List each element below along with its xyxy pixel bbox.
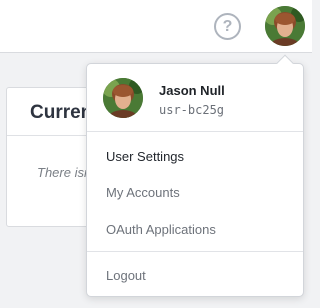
user-name: Jason Null [159, 83, 225, 98]
top-bar: ? [0, 0, 312, 53]
menu-item-oauth-applications[interactable]: OAuth Applications [106, 222, 216, 237]
menu-divider [87, 131, 303, 132]
card-empty-message: There isn [37, 165, 92, 180]
avatar-icon [103, 78, 143, 118]
help-glyph: ? [222, 17, 233, 35]
menu-avatar [103, 78, 143, 118]
menu-divider [87, 251, 303, 252]
dropdown-caret [276, 54, 294, 72]
avatar-icon [265, 6, 305, 46]
card-title: Curren [30, 102, 93, 123]
menu-item-user-settings[interactable]: User Settings [106, 149, 184, 164]
logout-button[interactable]: Logout [106, 268, 146, 283]
menu-item-my-accounts[interactable]: My Accounts [106, 185, 180, 200]
user-id: usr-bc25g [159, 103, 225, 117]
user-menu-dropdown: Jason Null usr-bc25g User Settings My Ac… [86, 54, 304, 297]
user-avatar-button[interactable] [265, 6, 305, 46]
help-icon[interactable]: ? [214, 13, 241, 40]
